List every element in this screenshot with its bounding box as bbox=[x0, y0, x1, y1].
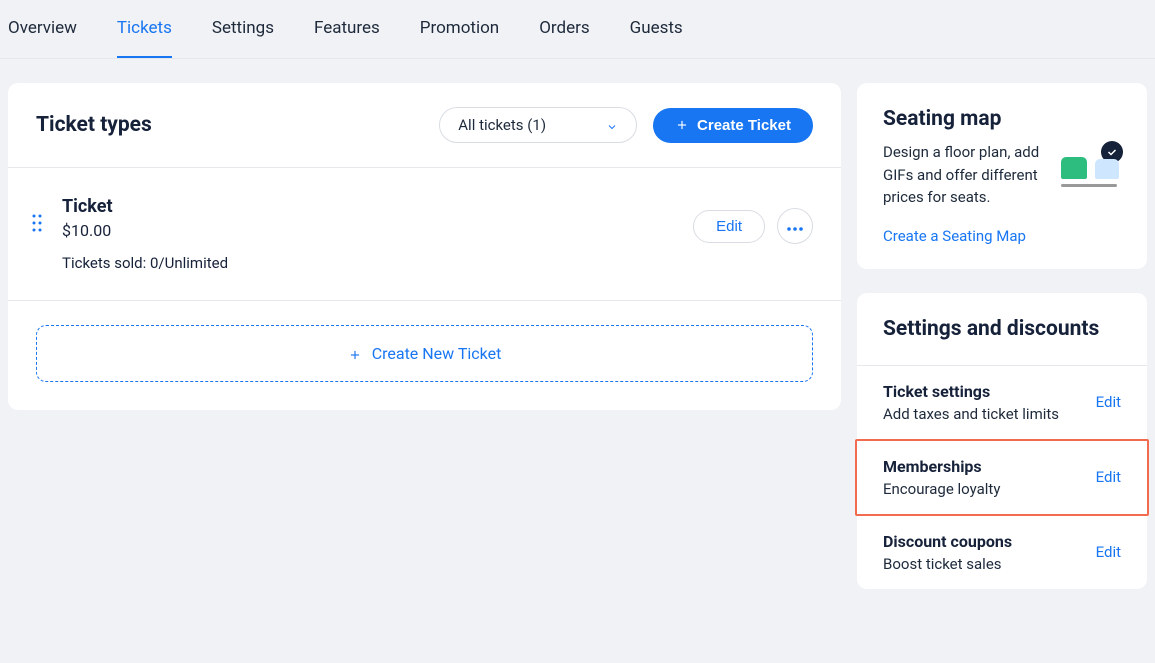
ticket-sold: Tickets sold: 0/Unlimited bbox=[62, 254, 693, 272]
create-ticket-label: Create Ticket bbox=[697, 117, 791, 134]
header-controls: All tickets (1) Create Ticket bbox=[439, 107, 813, 143]
edit-ticket-button[interactable]: Edit bbox=[693, 210, 765, 243]
setting-row-memberships: Memberships Encourage loyalty Edit bbox=[855, 439, 1149, 516]
setting-info: Memberships Encourage loyalty bbox=[883, 457, 1096, 498]
ticket-more-button[interactable] bbox=[777, 208, 813, 244]
create-new-container: Create New Ticket bbox=[8, 301, 841, 410]
setting-title: Ticket settings bbox=[883, 382, 1096, 401]
ticket-filter-label: All tickets (1) bbox=[458, 116, 546, 134]
setting-title: Memberships bbox=[883, 457, 1096, 476]
tab-promotion[interactable]: Promotion bbox=[420, 18, 499, 58]
drag-handle-icon[interactable] bbox=[32, 214, 44, 232]
ticket-types-card: Ticket types All tickets (1) bbox=[8, 83, 841, 410]
ticket-price: $10.00 bbox=[62, 221, 693, 240]
tab-tickets[interactable]: Tickets bbox=[117, 18, 172, 58]
setting-info: Ticket settings Add taxes and ticket lim… bbox=[883, 382, 1096, 423]
tab-features[interactable]: Features bbox=[314, 18, 380, 58]
ticket-row: Ticket $10.00 Tickets sold: 0/Unlimited … bbox=[8, 168, 841, 301]
seat-blue-icon bbox=[1095, 159, 1119, 179]
seating-map-title: Seating map bbox=[883, 107, 1121, 131]
ticket-info: Ticket $10.00 Tickets sold: 0/Unlimited bbox=[62, 196, 693, 272]
right-column: Seating map Design a floor plan, add GIF… bbox=[857, 83, 1147, 589]
seating-description: Design a floor plan, add GIFs and offer … bbox=[883, 141, 1047, 209]
edit-memberships-link[interactable]: Edit bbox=[1096, 468, 1121, 486]
create-new-ticket-label: Create New Ticket bbox=[372, 344, 502, 363]
setting-title: Discount coupons bbox=[883, 532, 1096, 551]
setting-subtitle: Add taxes and ticket limits bbox=[883, 405, 1096, 423]
edit-discount-coupons-link[interactable]: Edit bbox=[1096, 543, 1121, 561]
create-ticket-button[interactable]: Create Ticket bbox=[653, 108, 813, 143]
seat-green-icon bbox=[1061, 157, 1087, 179]
settings-discounts-header: Settings and discounts bbox=[857, 293, 1147, 366]
setting-info: Discount coupons Boost ticket sales bbox=[883, 532, 1096, 573]
ticket-actions: Edit bbox=[693, 208, 813, 244]
create-seating-map-link[interactable]: Create a Seating Map bbox=[883, 227, 1026, 245]
seating-row: Design a floor plan, add GIFs and offer … bbox=[883, 141, 1121, 209]
main-area: Ticket types All tickets (1) bbox=[0, 59, 1155, 597]
seating-map-card: Seating map Design a floor plan, add GIF… bbox=[857, 83, 1147, 269]
create-new-ticket-button[interactable]: Create New Ticket bbox=[36, 325, 813, 382]
tab-orders[interactable]: Orders bbox=[539, 18, 589, 58]
left-column: Ticket types All tickets (1) bbox=[8, 83, 841, 589]
ticket-name: Ticket bbox=[62, 196, 693, 217]
ellipsis-icon bbox=[787, 219, 803, 234]
settings-discounts-title: Settings and discounts bbox=[883, 317, 1121, 341]
ticket-types-title: Ticket types bbox=[36, 113, 152, 137]
app-shell: Overview Tickets Settings Features Promo… bbox=[0, 0, 1155, 663]
tab-settings[interactable]: Settings bbox=[212, 18, 274, 58]
ticket-types-header: Ticket types All tickets (1) bbox=[8, 83, 841, 168]
setting-row-discount-coupons: Discount coupons Boost ticket sales Edit bbox=[857, 516, 1147, 589]
settings-discounts-card: Settings and discounts Ticket settings A… bbox=[857, 293, 1147, 589]
plus-icon bbox=[675, 118, 689, 132]
setting-subtitle: Encourage loyalty bbox=[883, 480, 1096, 498]
ticket-filter-dropdown[interactable]: All tickets (1) bbox=[439, 107, 637, 143]
setting-row-ticket-settings: Ticket settings Add taxes and ticket lim… bbox=[857, 366, 1147, 439]
tab-guests[interactable]: Guests bbox=[630, 18, 683, 58]
chevron-down-icon bbox=[606, 119, 618, 131]
seating-illustration bbox=[1061, 141, 1121, 191]
seat-base-icon bbox=[1061, 184, 1117, 187]
setting-subtitle: Boost ticket sales bbox=[883, 555, 1096, 573]
tab-overview[interactable]: Overview bbox=[8, 18, 77, 58]
plus-icon bbox=[348, 347, 362, 361]
tab-bar: Overview Tickets Settings Features Promo… bbox=[0, 0, 1155, 59]
edit-ticket-settings-link[interactable]: Edit bbox=[1096, 393, 1121, 411]
